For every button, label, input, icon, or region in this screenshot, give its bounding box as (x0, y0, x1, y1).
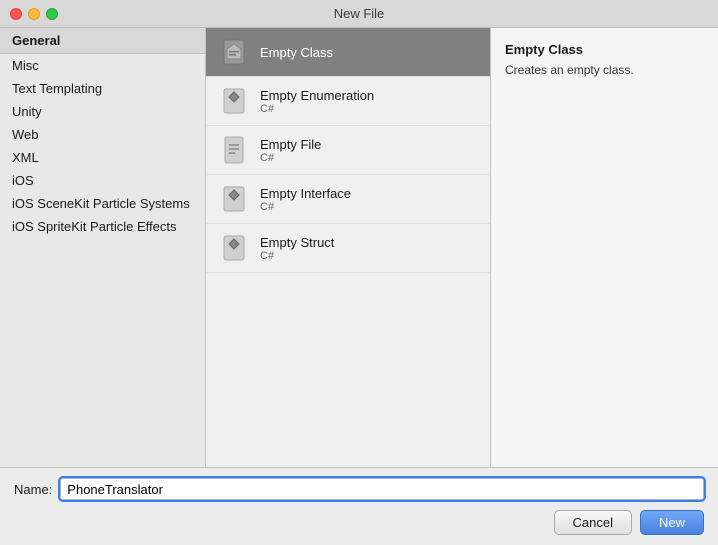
file-type-empty-enumeration[interactable]: Empty Enumeration C# (206, 77, 490, 126)
empty-file-icon (218, 134, 250, 166)
sidebar-item-ios[interactable]: iOS (0, 169, 205, 192)
bottom-bar: Name: Cancel New (0, 467, 718, 545)
empty-enumeration-info: Empty Enumeration C# (260, 88, 374, 115)
sidebar-item-ios-spritekit[interactable]: iOS SpriteKit Particle Effects (0, 215, 205, 238)
sidebar-item-misc[interactable]: Misc (0, 54, 205, 77)
sidebar-item-web[interactable]: Web (0, 123, 205, 146)
empty-struct-icon (218, 232, 250, 264)
button-row: Cancel New (14, 510, 704, 535)
category-general[interactable]: General (0, 28, 205, 54)
file-type-empty-file[interactable]: Empty File C# (206, 126, 490, 175)
empty-enumeration-label: Empty Enumeration (260, 88, 374, 103)
sidebar-item-xml[interactable]: XML (0, 146, 205, 169)
new-button[interactable]: New (640, 510, 704, 535)
name-row: Name: (14, 478, 704, 500)
close-button[interactable] (10, 8, 22, 20)
file-type-empty-struct[interactable]: Empty Struct C# (206, 224, 490, 273)
empty-enumeration-subtitle: C# (260, 103, 374, 115)
sidebar-item-ios-scenekit[interactable]: iOS SceneKit Particle Systems (0, 192, 205, 215)
description-text: Creates an empty class. (505, 63, 704, 77)
main-content: General Misc Text Templating Unity Web X… (0, 28, 718, 467)
right-panel: Empty Class Creates an empty class. (491, 28, 718, 467)
file-type-empty-class[interactable]: Empty Class (206, 28, 490, 77)
empty-class-info: Empty Class (260, 45, 333, 60)
name-input[interactable] (60, 478, 704, 500)
cancel-button[interactable]: Cancel (554, 510, 632, 535)
empty-enumeration-icon (218, 85, 250, 117)
empty-file-subtitle: C# (260, 152, 321, 164)
description-title: Empty Class (505, 42, 704, 57)
empty-struct-label: Empty Struct (260, 235, 334, 250)
empty-struct-subtitle: C# (260, 250, 334, 262)
left-panel: General Misc Text Templating Unity Web X… (0, 28, 206, 467)
middle-panel: Empty Class Empty Enumeration C# (206, 28, 491, 467)
minimize-button[interactable] (28, 8, 40, 20)
empty-file-info: Empty File C# (260, 137, 321, 164)
empty-file-label: Empty File (260, 137, 321, 152)
empty-class-icon (218, 36, 250, 68)
empty-interface-label: Empty Interface (260, 186, 351, 201)
sidebar-item-unity[interactable]: Unity (0, 100, 205, 123)
empty-interface-icon (218, 183, 250, 215)
empty-struct-info: Empty Struct C# (260, 235, 334, 262)
empty-class-label: Empty Class (260, 45, 333, 60)
maximize-button[interactable] (46, 8, 58, 20)
file-type-empty-interface[interactable]: Empty Interface C# (206, 175, 490, 224)
empty-interface-info: Empty Interface C# (260, 186, 351, 213)
name-label: Name: (14, 482, 52, 497)
sidebar-item-text-templating[interactable]: Text Templating (0, 77, 205, 100)
traffic-lights (10, 8, 58, 20)
title-bar: New File (0, 0, 718, 28)
window-title: New File (334, 6, 385, 21)
empty-interface-subtitle: C# (260, 201, 351, 213)
